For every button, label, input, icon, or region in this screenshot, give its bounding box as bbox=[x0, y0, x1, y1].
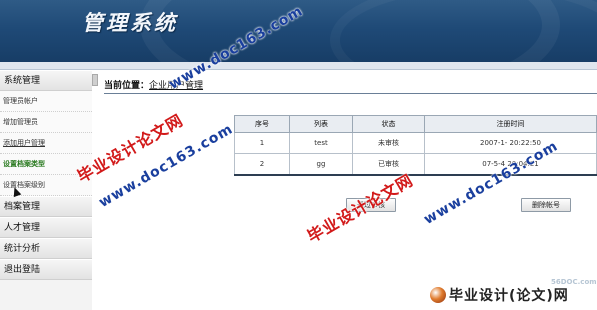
sidebar-item-archive-type[interactable]: 设置档案类型 bbox=[0, 154, 92, 175]
footer-logo: 毕业设计(论文)网 bbox=[430, 283, 569, 307]
sidebar-group-archives[interactable]: 档案管理 bbox=[0, 196, 92, 217]
cell-status: 未审核 bbox=[352, 132, 425, 154]
table-row[interactable]: 2 gg 已审核 07-5-4 20:04:21 bbox=[234, 153, 597, 176]
breadcrumb-label: 当前位置： bbox=[104, 81, 150, 91]
header-strip bbox=[0, 62, 597, 70]
breadcrumb: 当前位置：企业用户管理 bbox=[104, 78, 597, 94]
delete-account-button[interactable]: 删除帐号 bbox=[521, 198, 571, 212]
cell-name: gg bbox=[289, 153, 353, 176]
breadcrumb-current: 企业用户管理 bbox=[149, 81, 204, 91]
app-header: 管理系统 bbox=[0, 0, 597, 62]
sidebar-group-statistics[interactable]: 统计分析 bbox=[0, 238, 92, 259]
approve-button[interactable]: 通过审核 bbox=[346, 198, 396, 212]
sidebar-group-talent[interactable]: 人才管理 bbox=[0, 217, 92, 238]
cell-time: 07-5-4 20:04:21 bbox=[424, 153, 597, 176]
cell-name: test bbox=[289, 132, 353, 154]
sidebar-item-admin-accounts[interactable]: 管理员帐户 bbox=[0, 91, 92, 112]
column-header-no: 序号 bbox=[234, 115, 290, 133]
column-header-time: 注册时间 bbox=[424, 115, 597, 133]
sidebar-item-add-admin[interactable]: 增加管理员 bbox=[0, 112, 92, 133]
sidebar-item-user-management[interactable]: 添加用户管理 bbox=[0, 133, 92, 154]
column-header-name: 列表 bbox=[289, 115, 353, 133]
logo-globe-icon bbox=[430, 287, 446, 303]
table-header-row: 序号 列表 状态 注册时间 bbox=[234, 115, 597, 133]
scrollbar-thumb[interactable] bbox=[92, 74, 98, 86]
sidebar-group-logout[interactable]: 退出登陆 bbox=[0, 259, 92, 280]
cell-time: 2007-1- 20:22:50 bbox=[424, 132, 597, 154]
sidebar-group-system[interactable]: 系统管理 bbox=[0, 70, 92, 91]
watermark-url: www.doc163.com bbox=[96, 121, 237, 211]
header-decoration-2 bbox=[330, 0, 597, 62]
sidebar-scrollbar[interactable] bbox=[92, 70, 98, 310]
cell-status: 已审核 bbox=[352, 153, 425, 176]
user-table: 序号 列表 状态 注册时间 1 test 未审核 2007-1- 20:22:5… bbox=[234, 115, 597, 176]
cell-no: 2 bbox=[234, 153, 290, 176]
column-header-status: 状态 bbox=[352, 115, 425, 133]
footer-logo-text: 毕业设计(论文)网 bbox=[449, 288, 569, 304]
table-row[interactable]: 1 test 未审核 2007-1- 20:22:50 bbox=[234, 132, 597, 154]
cell-no: 1 bbox=[234, 132, 290, 154]
app-title: 管理系统 bbox=[82, 11, 178, 35]
